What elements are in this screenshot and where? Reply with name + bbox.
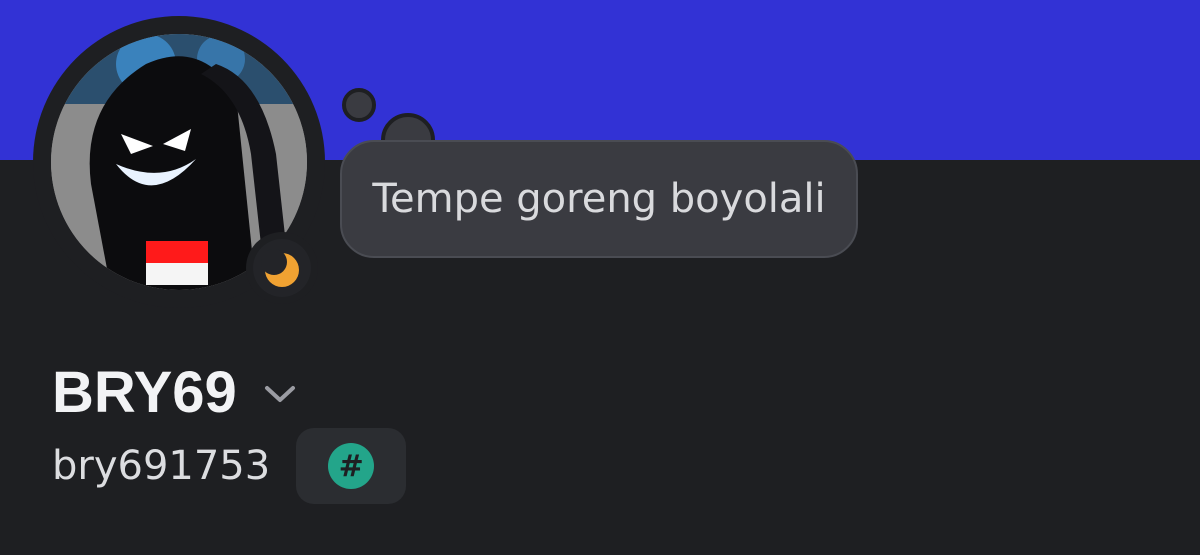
thought-bubble-dot-small: [342, 88, 376, 122]
display-name-row[interactable]: BRY69: [52, 352, 297, 432]
username: bry691753: [52, 443, 271, 489]
moon-icon: [261, 249, 299, 287]
chevron-down-icon[interactable]: [263, 383, 297, 405]
tag-badge[interactable]: #: [296, 428, 407, 504]
username-row: bry691753 #: [52, 428, 407, 504]
hash-icon: #: [328, 443, 375, 489]
custom-status-text: Tempe goreng boyolali: [372, 176, 826, 222]
status-indicator: [253, 239, 311, 297]
custom-status-bubble[interactable]: Tempe goreng boyolali: [340, 140, 858, 258]
display-name: BRY69: [52, 359, 237, 425]
